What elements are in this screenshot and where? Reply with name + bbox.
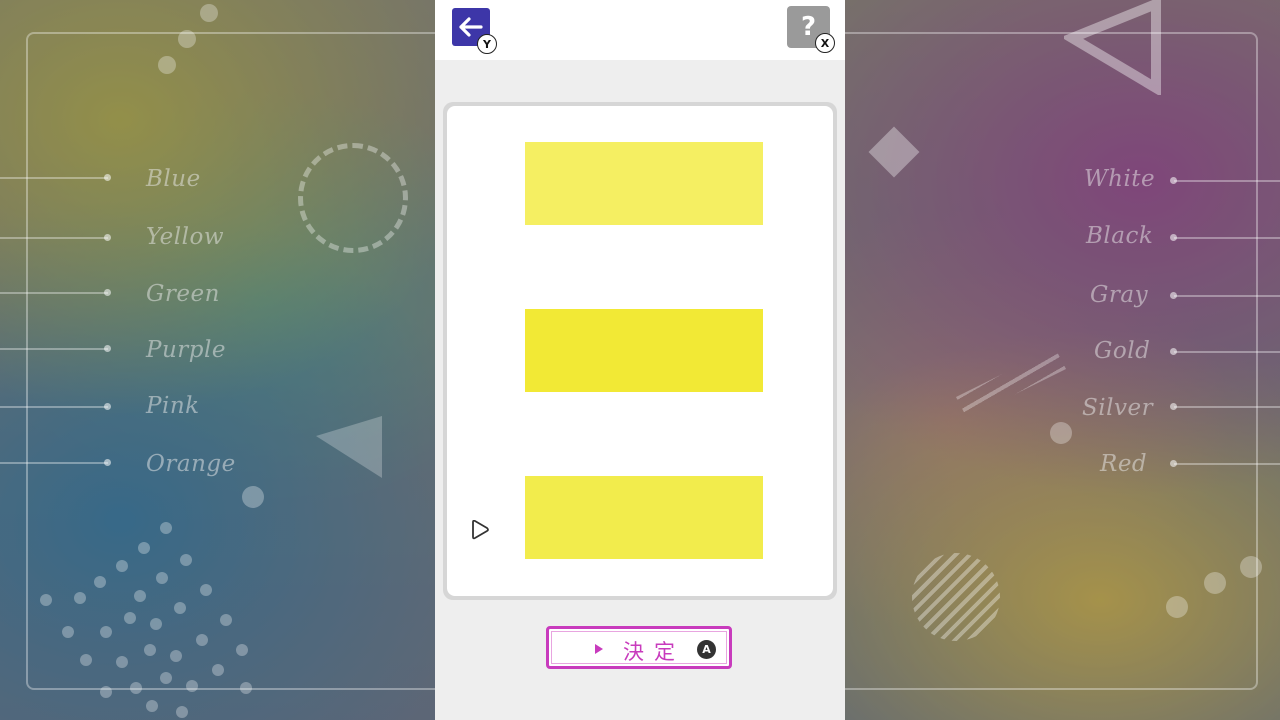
color-label-orange: Orange	[146, 451, 236, 477]
circle-decoration	[1166, 596, 1188, 618]
color-label-black: Black	[1086, 223, 1154, 249]
circle-decoration	[242, 486, 264, 508]
label-rule	[0, 292, 108, 294]
label-rule	[0, 237, 108, 239]
color-label-green: Green	[146, 281, 220, 307]
triangle-outline-decoration	[1064, 0, 1161, 95]
confirm-button[interactable]: 決定 A	[546, 626, 732, 669]
label-rule	[0, 406, 108, 408]
y-button-badge: Y	[477, 34, 497, 54]
color-label-yellow: Yellow	[146, 224, 225, 250]
color-label-gold: Gold	[1094, 338, 1151, 364]
label-rule	[1174, 180, 1280, 182]
circle-decoration	[158, 56, 176, 74]
confirm-label: 決定	[623, 640, 685, 664]
color-swatch-2[interactable]	[525, 309, 763, 392]
label-dot	[104, 403, 111, 410]
arrow-left-icon	[459, 17, 483, 37]
circle-decoration	[1204, 572, 1226, 594]
label-dot	[104, 345, 111, 352]
play-triangle-icon	[595, 644, 603, 654]
color-label-purple: Purple	[146, 337, 226, 363]
label-rule	[0, 462, 108, 464]
color-label-gray: Gray	[1090, 282, 1149, 308]
color-swatch-3[interactable]	[525, 476, 763, 559]
dot-pattern-decoration	[40, 522, 252, 718]
color-swatch-1[interactable]	[525, 142, 763, 225]
striped-circle-decoration	[912, 553, 1000, 641]
color-select-panel: Y ? X 決定 A	[435, 0, 845, 720]
color-label-blue: Blue	[146, 166, 201, 192]
circle-decoration	[178, 30, 196, 48]
label-rule	[1174, 237, 1280, 239]
hand-pointer-icon	[472, 520, 489, 540]
label-rule	[1174, 295, 1280, 297]
label-dot	[104, 289, 111, 296]
color-label-red: Red	[1100, 451, 1148, 477]
color-label-silver: Silver	[1082, 395, 1154, 421]
label-dot	[104, 459, 111, 466]
a-button-badge: A	[697, 640, 716, 659]
color-label-white: White	[1084, 166, 1156, 192]
top-bar: Y ? X	[435, 0, 845, 60]
circle-decoration	[1240, 556, 1262, 578]
x-button-badge: X	[815, 33, 835, 53]
swatch-card-border	[443, 102, 837, 600]
label-rule	[1174, 351, 1280, 353]
label-rule	[1174, 463, 1280, 465]
question-mark-icon: ?	[800, 12, 817, 42]
color-label-pink: Pink	[146, 393, 200, 419]
label-dot	[104, 174, 111, 181]
swatch-card	[447, 106, 833, 596]
triangle-decoration	[316, 416, 382, 478]
label-dot	[104, 234, 111, 241]
circle-decoration	[1050, 422, 1072, 444]
label-rule	[0, 348, 108, 350]
label-rule	[0, 177, 108, 179]
circle-decoration	[200, 4, 218, 22]
label-rule	[1174, 406, 1280, 408]
dashed-ring-decoration	[298, 143, 408, 253]
